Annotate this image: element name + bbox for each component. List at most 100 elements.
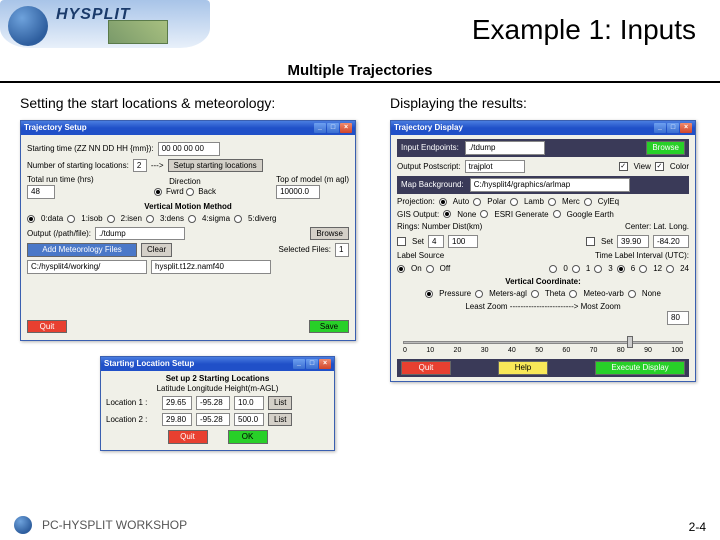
gis-none-radio[interactable] <box>443 210 451 218</box>
clear-button[interactable]: Clear <box>141 243 172 257</box>
rings-dist-field[interactable]: 100 <box>448 235 478 249</box>
tli-0-radio[interactable] <box>549 265 557 273</box>
zoom-value-field[interactable]: 80 <box>667 311 689 325</box>
selected-files-field[interactable]: 1 <box>335 243 349 257</box>
gis-esri-radio[interactable] <box>480 210 488 218</box>
center-set-checkbox[interactable] <box>586 237 595 246</box>
vmm-opt-4-radio[interactable] <box>188 215 196 223</box>
right-heading: Displaying the results: <box>390 94 700 112</box>
zoom-slider[interactable]: 010 2030 4050 6070 8090 100 <box>403 327 683 357</box>
loc1-ht-field[interactable]: 10.0 <box>234 396 264 410</box>
output-browse-button[interactable]: Browse <box>310 227 349 241</box>
setup-locations-button[interactable]: Setup starting locations <box>168 159 263 173</box>
close-icon[interactable]: × <box>340 123 352 133</box>
vert-none-radio[interactable] <box>628 290 636 298</box>
direction-fwd-radio[interactable] <box>154 188 162 196</box>
top-model-field[interactable]: 10000.0 <box>276 185 320 199</box>
runtime-field[interactable]: 48 <box>27 185 55 199</box>
loc1-lon-field[interactable]: -95.28 <box>196 396 230 410</box>
execute-display-button[interactable]: Execute Display <box>595 361 685 375</box>
gis-google-radio[interactable] <box>553 210 561 218</box>
input-endpoints-row: Input Endpoints: ./tdump Browse <box>397 139 689 157</box>
color-checkbox[interactable]: ✓ <box>655 162 664 171</box>
vert-pressure-radio[interactable] <box>425 290 433 298</box>
maximize-icon[interactable]: □ <box>667 123 679 133</box>
vmm-opt-5-radio[interactable] <box>234 215 242 223</box>
add-met-button[interactable]: Add Meteorology Files <box>27 243 137 257</box>
tli-24-radio[interactable] <box>666 265 674 273</box>
trajectory-display-titlebar[interactable]: Trajectory Display _ □ × <box>391 121 695 135</box>
output-ps-field[interactable]: trajplot <box>465 160 525 174</box>
vert-meteo: Meteo-varb <box>583 289 623 299</box>
met-file-field[interactable]: hysplit.t12z.namf40 <box>151 260 271 274</box>
tli-6-radio[interactable] <box>617 265 625 273</box>
display-help-button[interactable]: Help <box>498 361 548 375</box>
loc-setup-heading: Set up 2 Starting Locations <box>106 374 329 384</box>
close-icon[interactable]: × <box>680 123 692 133</box>
center-lat-field[interactable]: 39.90 <box>617 235 649 249</box>
tli-24: 24 <box>680 264 689 274</box>
rings-num-field[interactable]: 4 <box>428 235 444 249</box>
proj-label: Projection: <box>397 197 435 207</box>
direction-back-radio[interactable] <box>186 188 194 196</box>
input-browse-button[interactable]: Browse <box>646 141 685 155</box>
proj-polar-radio[interactable] <box>473 198 481 206</box>
start-time-field[interactable]: 00 00 00 00 <box>158 142 220 156</box>
view-checkbox[interactable]: ✓ <box>619 162 628 171</box>
vert-metersagl-radio[interactable] <box>475 290 483 298</box>
labsrc-off: Off <box>440 264 451 274</box>
tli-12-radio[interactable] <box>639 265 647 273</box>
display-quit-button[interactable]: Quit <box>401 361 451 375</box>
loc-ok-button[interactable]: OK <box>228 430 268 444</box>
loc1-label: Location 1 : <box>106 398 158 408</box>
vmm-opt-1-radio[interactable] <box>67 215 75 223</box>
loc-quit-button[interactable]: Quit <box>168 430 208 444</box>
vert-theta: Theta <box>545 289 565 299</box>
met-dir-field[interactable]: C:/hysplit4/working/ <box>27 260 147 274</box>
starting-location-window: Starting Location Setup _ □ × Set up 2 S… <box>100 356 335 451</box>
labsrc-off-radio[interactable] <box>426 265 434 273</box>
loc1-list-button[interactable]: List <box>268 396 292 410</box>
gis-label: GIS Output: <box>397 210 439 220</box>
tli-3-radio[interactable] <box>594 265 602 273</box>
close-icon[interactable]: × <box>319 359 331 369</box>
loc2-ht-field[interactable]: 500.0 <box>234 413 264 427</box>
nloc-label: Number of starting locations: <box>27 161 129 171</box>
proj-auto: Auto <box>453 197 469 207</box>
vmm-opt-3-radio[interactable] <box>146 215 154 223</box>
input-endpoints-field[interactable]: ./tdump <box>465 141 545 155</box>
tli-1-radio[interactable] <box>572 265 580 273</box>
rings-set-checkbox[interactable] <box>397 237 406 246</box>
loc2-label: Location 2 : <box>106 415 158 425</box>
minimize-icon[interactable]: _ <box>654 123 666 133</box>
proj-merc-radio[interactable] <box>548 198 556 206</box>
starting-location-titlebar[interactable]: Starting Location Setup _ □ × <box>101 357 334 371</box>
minimize-icon[interactable]: _ <box>314 123 326 133</box>
minimize-icon[interactable]: _ <box>293 359 305 369</box>
tli-3: 3 <box>608 264 612 274</box>
output-path-field[interactable]: ./tdump <box>95 227 185 241</box>
loc2-list-button[interactable]: List <box>268 413 292 427</box>
trajectory-display-window: Trajectory Display _ □ × Input Endpoints… <box>390 120 696 381</box>
loc2-lon-field[interactable]: -95.28 <box>196 413 230 427</box>
proj-cyleq-radio[interactable] <box>584 198 592 206</box>
traj-save-button[interactable]: Save <box>309 320 349 334</box>
footer-text: PC-HYSPLIT WORKSHOP <box>42 518 187 532</box>
maximize-icon[interactable]: □ <box>306 359 318 369</box>
labsrc-on-radio[interactable] <box>397 265 405 273</box>
trajectory-setup-titlebar[interactable]: Trajectory Setup _ □ × <box>21 121 355 135</box>
proj-auto-radio[interactable] <box>439 198 447 206</box>
vmm-opt-0-radio[interactable] <box>27 215 35 223</box>
vert-meteo-radio[interactable] <box>569 290 577 298</box>
center-lon-field[interactable]: -84.20 <box>653 235 689 249</box>
nloc-field[interactable]: 2 <box>133 159 147 173</box>
vert-theta-radio[interactable] <box>531 290 539 298</box>
maximize-icon[interactable]: □ <box>327 123 339 133</box>
proj-lamb-radio[interactable] <box>510 198 518 206</box>
loc1-lat-field[interactable]: 29.65 <box>162 396 192 410</box>
trajectory-display-title: Trajectory Display <box>394 123 654 133</box>
vmm-opt-2-radio[interactable] <box>107 215 115 223</box>
traj-quit-button[interactable]: Quit <box>27 320 67 334</box>
loc2-lat-field[interactable]: 29.80 <box>162 413 192 427</box>
map-bg-field[interactable]: C:/hysplit4/graphics/arlmap <box>470 178 630 192</box>
